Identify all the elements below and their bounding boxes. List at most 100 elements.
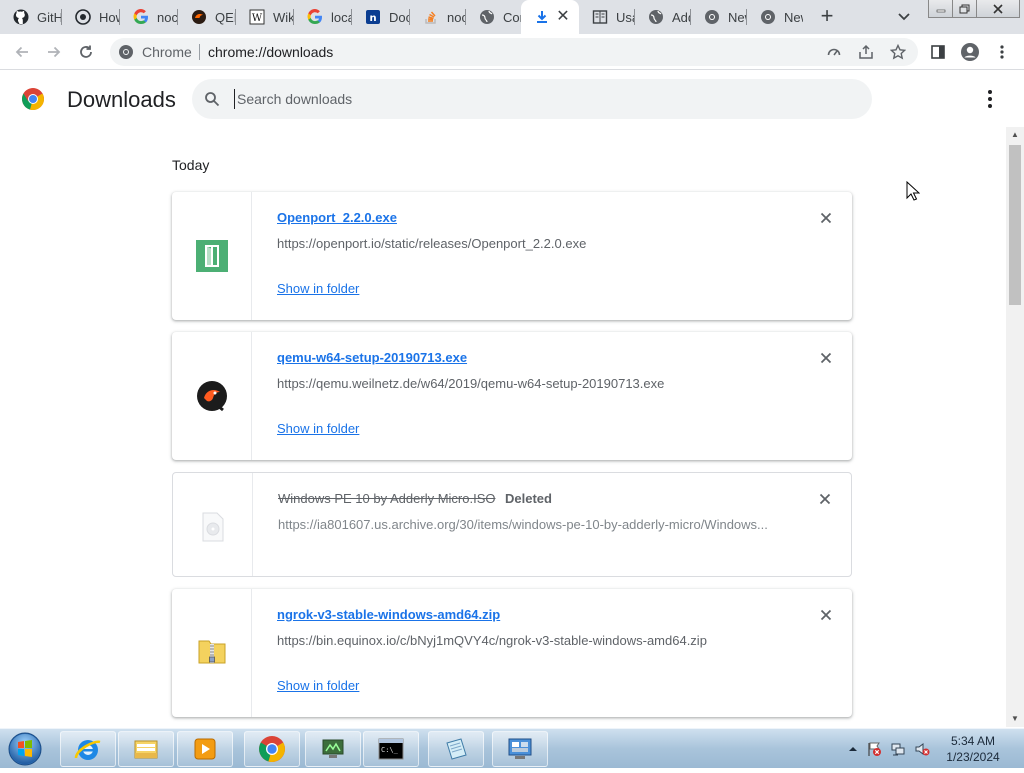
docs-icon: n [365, 9, 381, 25]
file-name-link[interactable]: Openport_2.2.0.exe [277, 210, 397, 225]
new-tab-button[interactable]: + [816, 5, 838, 28]
tab-usage[interactable]: Usage [579, 4, 635, 30]
forward-arrow-icon[interactable] [44, 42, 64, 62]
control-panel-icon[interactable] [492, 731, 548, 767]
restore-button[interactable] [952, 0, 978, 18]
show-in-folder-link[interactable]: Show in folder [277, 678, 359, 693]
show-in-folder-link[interactable]: Show in folder [277, 421, 359, 436]
show-hidden-icons-arrow-icon[interactable] [845, 741, 861, 757]
mouse-cursor-icon [906, 181, 920, 201]
book-icon [592, 9, 608, 25]
svg-text:n: n [369, 13, 376, 24]
tab-title: noc [447, 9, 466, 25]
profile-avatar-icon[interactable] [960, 42, 980, 62]
side-panel-icon[interactable] [928, 42, 948, 62]
stackoverflow-icon [423, 9, 439, 25]
tab-title: New [784, 9, 803, 25]
search-bar[interactable] [192, 79, 872, 119]
tab-title: How [99, 9, 120, 25]
tab-title: localhost [331, 9, 352, 25]
search-icon [204, 91, 220, 107]
tab-new-2[interactable]: New [747, 4, 803, 30]
scroll-down-arrow-icon[interactable]: ▼ [1010, 714, 1020, 724]
cmd-icon[interactable]: C:\_ [363, 731, 419, 767]
file-name-text: Windows PE 10 by Adderly Micro.ISO [278, 491, 496, 506]
url-text[interactable]: chrome://downloads [208, 44, 333, 60]
show-in-folder-link[interactable]: Show in folder [277, 281, 359, 296]
vertical-scrollbar[interactable]: ▲ ▼ [1006, 127, 1024, 727]
tab-noc[interactable]: noc [120, 4, 178, 30]
share-icon[interactable] [858, 44, 874, 60]
tab-downloads[interactable]: ✕ [521, 0, 579, 34]
file-source-url[interactable]: https://openport.io/static/releases/Open… [277, 236, 777, 251]
reload-icon[interactable] [76, 42, 96, 62]
clock-date: 1/23/2024 [946, 750, 1000, 764]
tab-connect[interactable]: Connect [466, 4, 522, 30]
file-name-link[interactable]: qemu-w64-setup-20190713.exe [277, 350, 467, 365]
tab-title: Usage [616, 9, 635, 25]
qemu-file-icon [196, 380, 228, 412]
remove-item-close-icon[interactable] [818, 350, 834, 366]
performance-icon[interactable] [826, 44, 842, 60]
file-name-link[interactable]: ngrok-v3-stable-windows-amd64.zip [277, 607, 500, 622]
tab-qemu[interactable]: QEMU [178, 4, 236, 30]
tab-title: Add [672, 9, 691, 25]
globe-icon [648, 9, 664, 25]
github-icon [75, 9, 91, 25]
file-source-url[interactable]: https://bin.equinox.io/c/bNyj1mQVY4c/ngr… [277, 633, 777, 648]
notepad-icon[interactable] [428, 731, 484, 767]
taskbar-clock[interactable]: 5:34 AM 1/23/2024 [938, 733, 1008, 765]
back-arrow-icon[interactable] [12, 42, 32, 62]
close-tab-icon[interactable]: ✕ [555, 9, 571, 25]
bookmark-star-icon[interactable] [889, 43, 907, 60]
search-input[interactable] [234, 89, 834, 109]
chrome-logo-icon [21, 87, 45, 111]
remove-item-close-icon[interactable] [818, 210, 834, 226]
remove-item-close-icon[interactable] [817, 491, 833, 507]
tab-localhost[interactable]: localhost [294, 4, 352, 30]
minimize-button[interactable] [928, 0, 954, 18]
network-app-icon[interactable] [305, 731, 361, 767]
start-button[interactable] [5, 730, 45, 768]
tab-add[interactable]: Add [635, 4, 691, 30]
chrome-site-icon [118, 44, 134, 60]
downloads-menu-icon[interactable] [980, 89, 1000, 109]
scrollbar-thumb[interactable] [1009, 145, 1021, 305]
tab-wikipedia[interactable]: W Wikipedia [236, 4, 294, 30]
github-icon [13, 9, 29, 25]
tab-docs[interactable]: n Docs [352, 4, 410, 30]
status-badge: Deleted [505, 491, 552, 506]
tab-title: Connect [503, 9, 522, 25]
tab-title: GitHub [37, 9, 62, 25]
address-bar[interactable]: Chrome chrome://downloads [110, 38, 918, 66]
volume-muted-icon[interactable] [914, 741, 930, 757]
file-explorer-icon[interactable] [118, 731, 174, 767]
network-status-icon[interactable] [890, 741, 906, 757]
tab-strip: GitHub How noc QEMU W Wikipedia localhos… [0, 0, 1024, 34]
close-window-button[interactable] [976, 0, 1020, 18]
tab-how[interactable]: How [62, 4, 120, 30]
scroll-up-arrow-icon[interactable]: ▲ [1010, 130, 1020, 140]
downloads-header: Downloads [0, 71, 1024, 127]
file-source-url[interactable]: https://ia801607.us.archive.org/30/items… [278, 517, 778, 532]
tab-stackoverflow[interactable]: noc [410, 4, 466, 30]
clock-time: 5:34 AM [950, 734, 996, 748]
file-source-url[interactable]: https://qemu.weilnetz.de/w64/2019/qemu-w… [277, 376, 777, 391]
tab-github[interactable]: GitHub [0, 4, 62, 30]
tab-new-1[interactable]: New [691, 4, 747, 30]
browser-menu-icon[interactable] [992, 42, 1012, 62]
chrome-grey-icon [760, 9, 776, 25]
download-icon [534, 9, 550, 25]
download-item: Openport_2.2.0.exe https://openport.io/s… [172, 192, 852, 320]
tab-search-chevron-icon[interactable] [896, 8, 912, 24]
chrome-icon[interactable] [244, 731, 300, 767]
tab-title: QEMU [215, 9, 236, 25]
internet-explorer-icon[interactable] [60, 731, 116, 767]
remove-item-close-icon[interactable] [818, 607, 834, 623]
media-player-icon[interactable] [177, 731, 233, 767]
download-item: ngrok-v3-stable-windows-amd64.zip https:… [172, 589, 852, 717]
page-title: Downloads [67, 87, 176, 112]
system-tray: 5:34 AM 1/23/2024 [840, 729, 1024, 769]
download-item: qemu-w64-setup-20190713.exe https://qemu… [172, 332, 852, 460]
action-center-flag-icon[interactable] [866, 741, 882, 757]
